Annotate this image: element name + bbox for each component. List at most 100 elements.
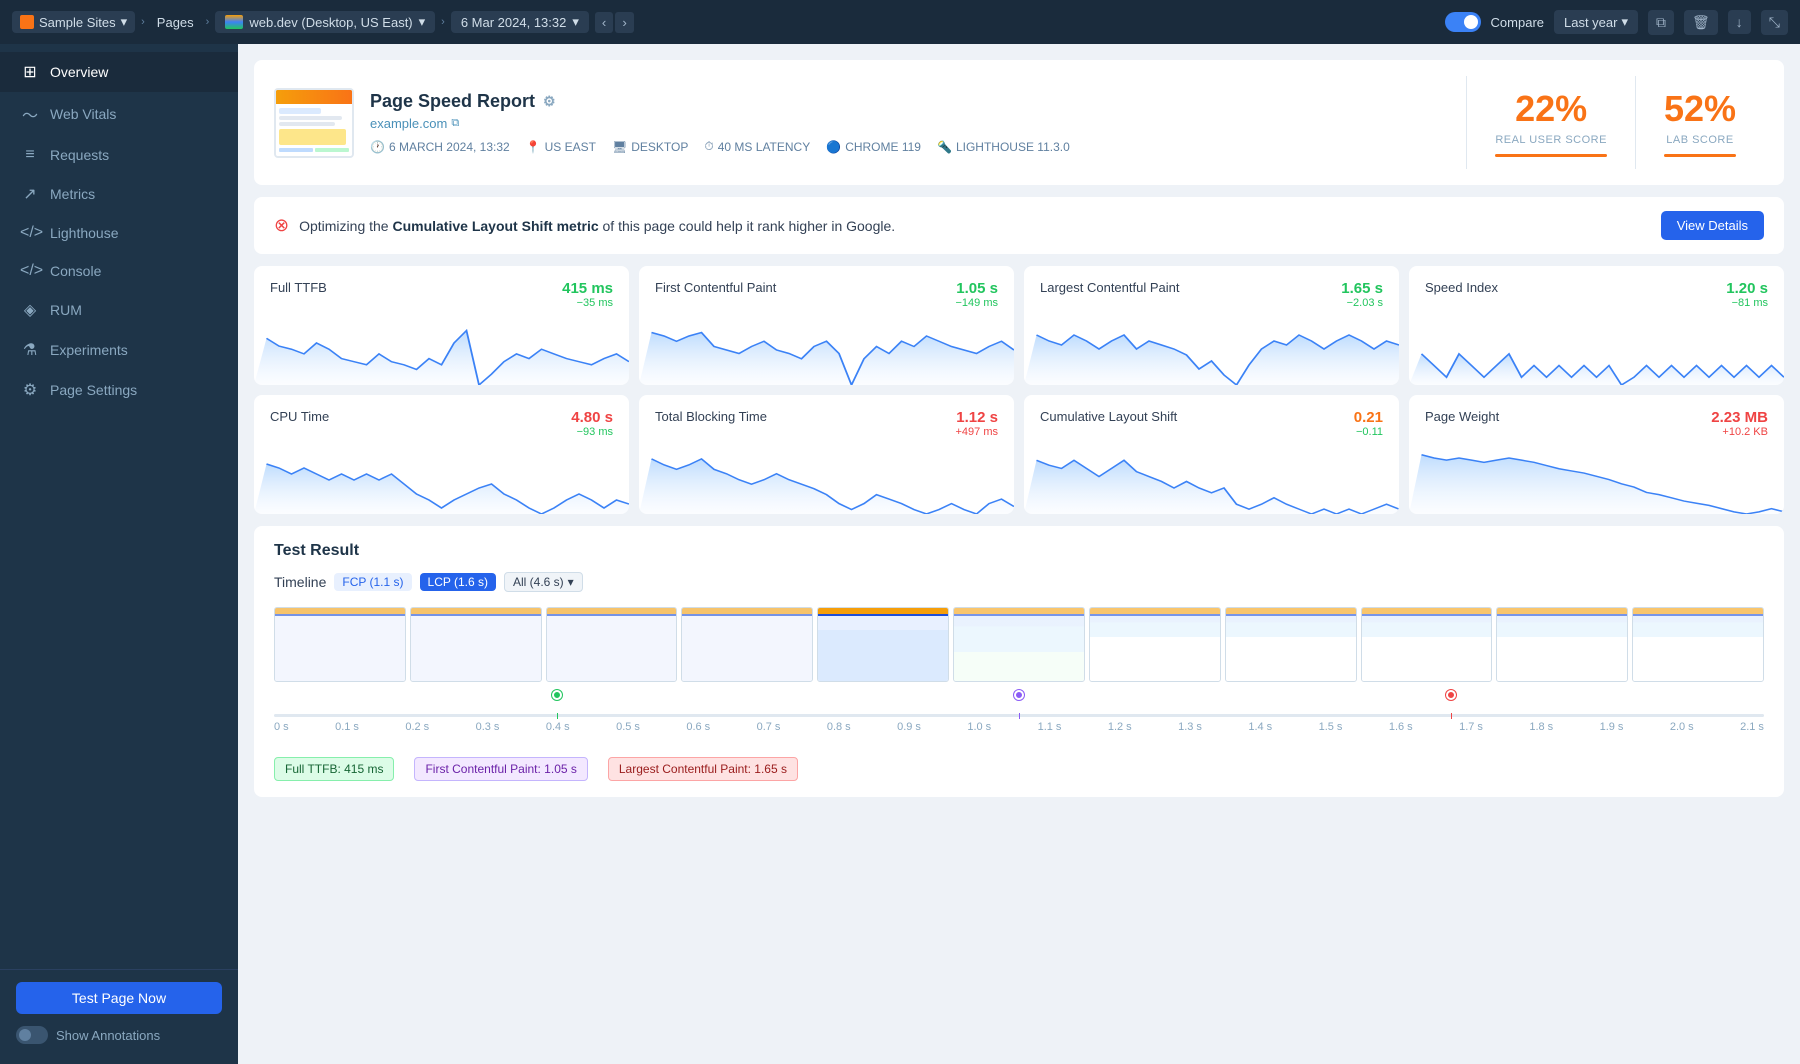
sidebar-item-console[interactable]: </> Console [0, 252, 238, 290]
sidebar-item-web-vitals[interactable]: 〜 Web Vitals [0, 92, 238, 136]
sidebar-item-page-settings[interactable]: ⚙ Page Settings [0, 370, 238, 410]
timeline-tooltips: Full TTFB: 415 ms First Contentful Paint… [274, 757, 1764, 781]
breadcrumb-sep-1: › [141, 16, 145, 28]
ruler-tick: 0.1 s [335, 721, 359, 733]
lab-score-underline [1664, 154, 1736, 157]
all-dropdown[interactable]: All (4.6 s) ▾ [504, 572, 583, 592]
compare-toggle[interactable] [1445, 12, 1481, 32]
timeline-frame-6 [1089, 607, 1221, 682]
score-cards: 22% REAL USER SCORE 52% LAB SCORE [1466, 76, 1764, 169]
settings-icon[interactable]: ⚙ [543, 93, 556, 110]
timeline-frame-2 [546, 607, 678, 682]
lcp-badge[interactable]: LCP (1.6 s) [420, 573, 496, 591]
meta-region-text: US EAST [545, 140, 596, 154]
sidebar-label-overview: Overview [50, 64, 108, 80]
view-details-button[interactable]: View Details [1661, 211, 1764, 240]
sidebar-item-overview[interactable]: ⊞ Overview [0, 52, 238, 92]
report-url: example.com ⧉ [370, 116, 1450, 131]
next-arrow[interactable]: › [615, 12, 633, 33]
meta-date-text: 6 MARCH 2024, 13:32 [389, 140, 510, 154]
sidebar-item-rum[interactable]: ◈ RUM [0, 290, 238, 330]
metric-name: Cumulative Layout Shift [1040, 409, 1177, 424]
test-result: Test Result Timeline FCP (1.1 s) LCP (1.… [254, 526, 1784, 797]
metric-card-cumulative-layout-shift[interactable]: Cumulative Layout Shift 0.21 −0.11 [1024, 395, 1399, 514]
metric-card-first-contentful-paint[interactable]: First Contentful Paint 1.05 s −149 ms [639, 266, 1014, 385]
sidebar-bottom: Test Page Now Show Annotations [0, 969, 238, 1056]
alert-text: Optimizing the Cumulative Layout Shift m… [299, 218, 895, 234]
lcp-marker [1446, 690, 1456, 700]
meta-device: 🖥 DESKTOP [612, 139, 688, 154]
external-link-icon: ⧉ [451, 117, 459, 130]
frame-content-5 [954, 608, 1084, 681]
last-year-button[interactable]: Last year ▾ [1554, 10, 1638, 34]
sidebar-item-requests[interactable]: ≡ Requests [0, 136, 238, 174]
metric-card-full-ttfb[interactable]: Full TTFB 415 ms −35 ms [254, 266, 629, 385]
meta-latency-text: 40 MS LATENCY [718, 140, 810, 154]
metric-value-block: 1.20 s −81 ms [1726, 280, 1768, 309]
metric-delta: −149 ms [956, 297, 999, 309]
date-nav[interactable]: 6 Mar 2024, 13:32 ▾ [451, 11, 589, 33]
chevron-down-icon-url: ▾ [419, 14, 426, 30]
real-user-score-label: REAL USER SCORE [1495, 134, 1607, 146]
url-text: example.com [370, 116, 447, 131]
metric-card-largest-contentful-paint[interactable]: Largest Contentful Paint 1.65 s −2.03 s [1024, 266, 1399, 385]
meta-lighthouse: 🔦 LIGHTHOUSE 11.3.0 [937, 139, 1070, 154]
test-page-now-button[interactable]: Test Page Now [16, 982, 222, 1014]
alert-metric: Cumulative Layout Shift metric [392, 218, 598, 234]
alert-icon: ⊗ [274, 215, 289, 236]
metric-card-page-weight[interactable]: Page Weight 2.23 MB +10.2 KB [1409, 395, 1784, 514]
ruler-tick: 0.5 s [616, 721, 640, 733]
chevron-down-icon-timeline: ▾ [568, 575, 574, 589]
metric-value-block: 1.12 s +497 ms [956, 409, 999, 438]
last-year-label: Last year [1564, 15, 1617, 30]
delete-button[interactable]: 🗑 [1684, 10, 1718, 35]
timeline-frames [274, 602, 1764, 682]
metrics-grid: Full TTFB 415 ms −35 ms First Contentful… [254, 266, 1784, 514]
metric-value: 1.65 s [1341, 280, 1383, 297]
fcp-badge[interactable]: FCP (1.1 s) [334, 573, 411, 591]
metric-value: 2.23 MB [1711, 409, 1768, 426]
sidebar-item-experiments[interactable]: ⚗ Experiments [0, 330, 238, 370]
sidebar-label-page-settings: Page Settings [50, 382, 137, 398]
download-button[interactable]: ↓ [1728, 10, 1751, 34]
metric-header: Cumulative Layout Shift 0.21 −0.11 [1040, 409, 1383, 438]
url-nav[interactable]: web.dev (Desktop, US East) ▾ [215, 11, 435, 33]
metric-card-total-blocking-time[interactable]: Total Blocking Time 1.12 s +497 ms [639, 395, 1014, 514]
ruler-tick: 2.1 s [1740, 721, 1764, 733]
annotations-toggle[interactable] [16, 1026, 48, 1044]
meta-device-text: DESKTOP [631, 140, 688, 154]
timeline-frame-8 [1361, 607, 1493, 682]
metric-name: CPU Time [270, 409, 329, 424]
metric-name: First Contentful Paint [655, 280, 776, 295]
metric-name: Speed Index [1425, 280, 1498, 295]
metric-card-speed-index[interactable]: Speed Index 1.20 s −81 ms [1409, 266, 1784, 385]
meta-latency: ⏱ 40 MS LATENCY [704, 139, 810, 154]
thumb-content [276, 104, 352, 156]
sparkline [639, 315, 1014, 385]
metric-card-cpu-time[interactable]: CPU Time 4.80 s −93 ms [254, 395, 629, 514]
share-button[interactable]: ⤡ [1761, 10, 1788, 35]
latency-icon: ⏱ [704, 139, 713, 154]
sidebar-item-metrics[interactable]: ↗ Metrics [0, 174, 238, 214]
pages-nav[interactable]: Pages [151, 12, 200, 33]
sidebar: ⊞ Overview 〜 Web Vitals ≡ Requests ↗ Met… [0, 44, 238, 1064]
open-new-tab-button[interactable]: ⧉ [1648, 10, 1674, 35]
meta-browser: 🔵 CHROME 119 [826, 139, 921, 154]
ruler-tick: 0.9 s [897, 721, 921, 733]
prev-arrow[interactable]: ‹ [595, 12, 613, 33]
content-area: Page Speed Report ⚙ example.com ⧉ 🕐 6 MA… [238, 44, 1800, 1064]
ruler-tick: 0.6 s [686, 721, 710, 733]
report-info: Page Speed Report ⚙ example.com ⧉ 🕐 6 MA… [370, 91, 1450, 154]
page-settings-icon: ⚙ [20, 380, 40, 400]
experiments-icon: ⚗ [20, 340, 40, 360]
ruler-tick: 1.9 s [1600, 721, 1624, 733]
location-icon: 📍 [526, 140, 541, 154]
console-icon: </> [20, 262, 40, 280]
site-favicon [20, 15, 34, 29]
timeline-frame-5 [953, 607, 1085, 682]
breadcrumb-sep-3: › [441, 16, 445, 28]
lighthouse-meta-icon: 🔦 [937, 140, 952, 154]
timeline-frame-0 [274, 607, 406, 682]
sample-sites-nav[interactable]: Sample Sites ▾ [12, 11, 135, 33]
sidebar-item-lighthouse[interactable]: </> Lighthouse [0, 214, 238, 252]
